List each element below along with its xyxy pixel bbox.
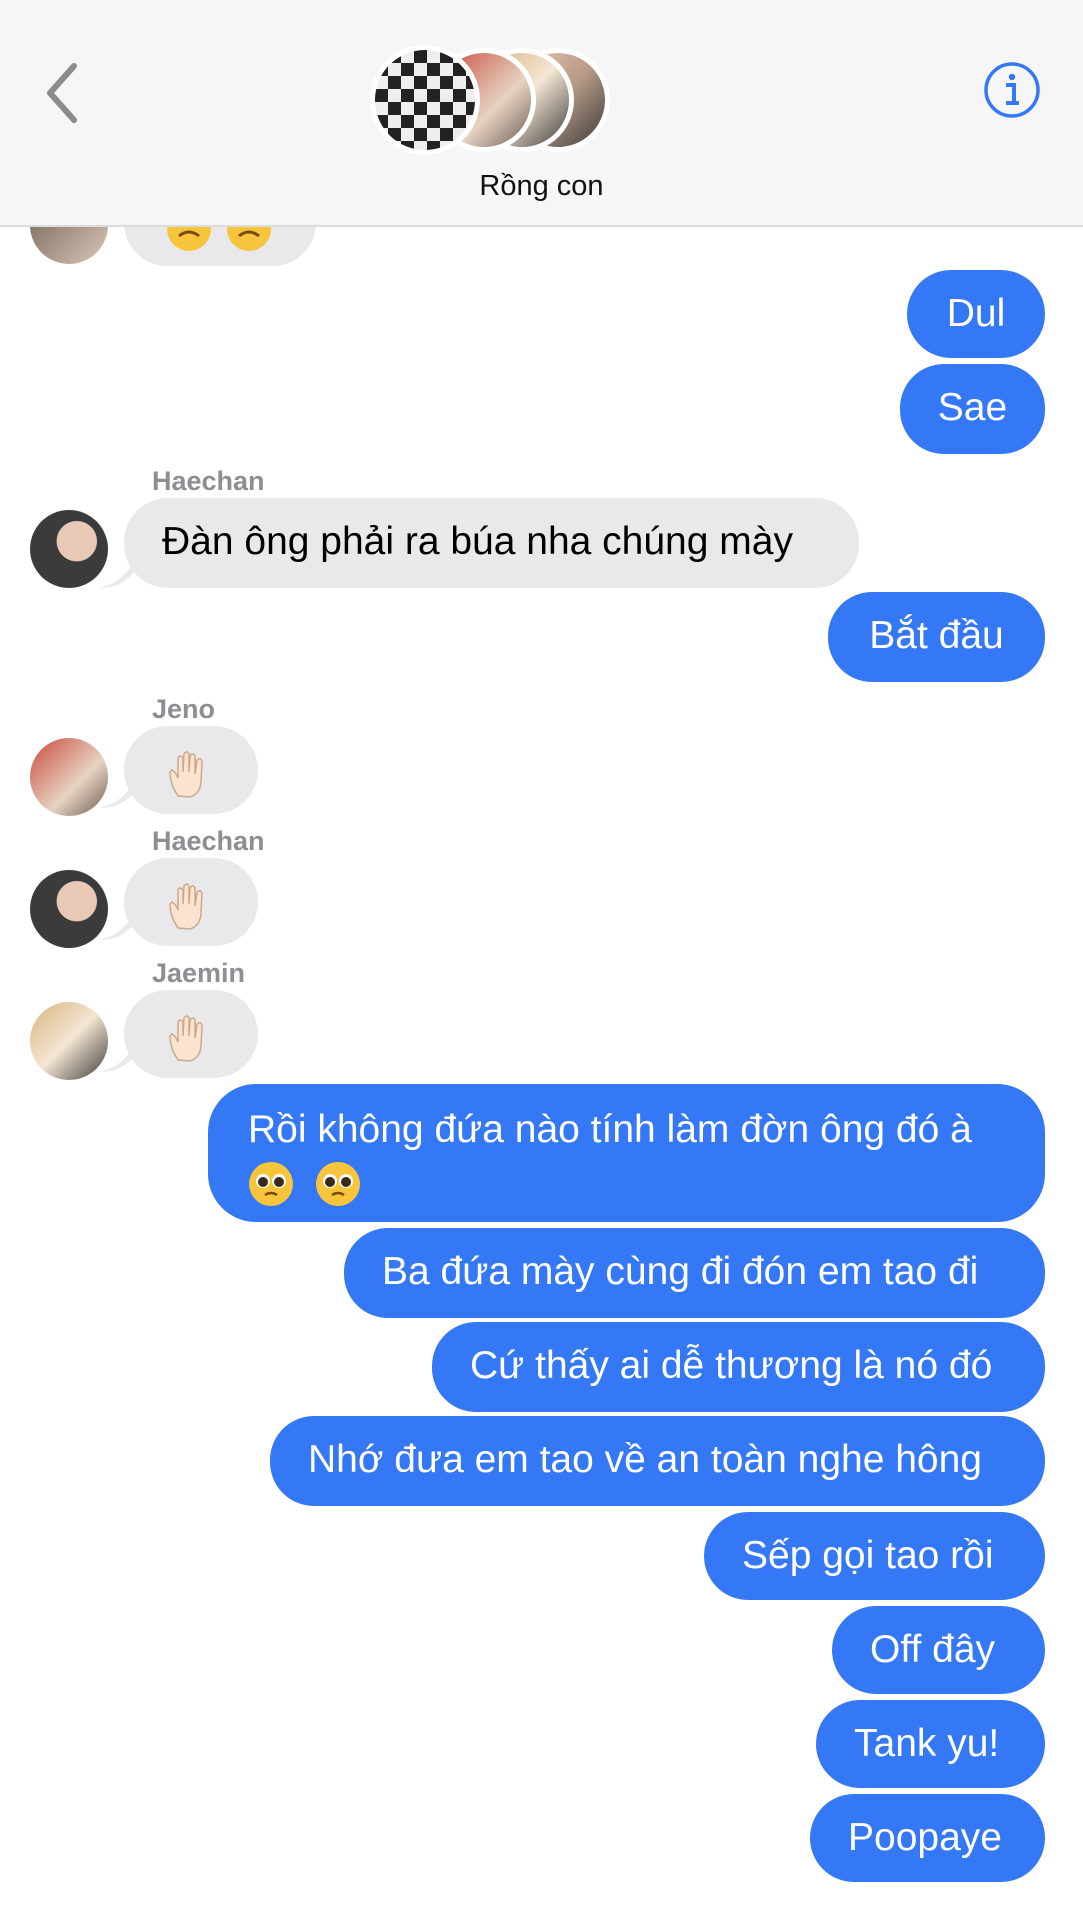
message-emoji-row (248, 1158, 1005, 1206)
avatar-haechan[interactable] (30, 870, 108, 948)
raised-hand-icon (169, 1015, 203, 1062)
avatar-haechan[interactable] (30, 510, 108, 588)
message-outgoing[interactable]: Tank yu! (816, 1700, 1045, 1788)
sender-name: Haechan (152, 466, 265, 496)
sender-name: Jaemin (152, 958, 246, 988)
sender-name: Jeno (152, 694, 216, 724)
message-incoming[interactable] (124, 726, 258, 814)
chat-thread[interactable]: Dul Sae Haechan Đàn ông phải ra búa nha … (0, 0, 1083, 1920)
message-outgoing[interactable]: Sếp gọi tao rồi (704, 1512, 1045, 1600)
message-outgoing[interactable]: Off đây (832, 1606, 1045, 1694)
raised-hand-icon (169, 751, 203, 798)
pleading-face-icon (315, 1161, 360, 1206)
message-incoming[interactable] (124, 990, 258, 1078)
message-incoming[interactable]: Đàn ông phải ra búa nha chúng mày (124, 498, 859, 588)
chevron-left-icon[interactable] (38, 58, 88, 128)
message-outgoing[interactable]: Ba đứa mày cùng đi đón em tao đi (344, 1228, 1045, 1318)
conversation-header: Rồng con (0, 0, 1083, 227)
message-outgoing[interactable]: Poopaye (810, 1794, 1045, 1882)
avatar-jaemin[interactable] (30, 1002, 108, 1080)
message-outgoing[interactable]: Dul (907, 270, 1045, 358)
group-avatar-stack[interactable] (370, 45, 610, 158)
avatar-jeno[interactable] (30, 738, 108, 816)
message-outgoing[interactable]: Sae (900, 364, 1045, 454)
raised-hand-icon (169, 883, 203, 930)
message-outgoing[interactable]: Bắt đầu (828, 592, 1045, 682)
message-outgoing[interactable]: Cứ thấy ai dễ thương là nó đó (432, 1322, 1045, 1412)
pleading-face-icon (249, 1161, 293, 1206)
info-icon[interactable] (982, 60, 1042, 120)
message-text: Rồi không đứa nào tính làm đờn ông đó à (248, 1108, 972, 1151)
sender-name: Haechan (152, 826, 265, 856)
avatar (370, 45, 480, 155)
group-name[interactable]: Rồng con (0, 170, 1083, 203)
message-outgoing[interactable]: Nhớ đưa em tao về an toàn nghe hông (270, 1416, 1045, 1506)
message-incoming[interactable] (124, 858, 258, 946)
message-outgoing[interactable]: Rồi không đứa nào tính làm đờn ông đó à (208, 1084, 1045, 1222)
